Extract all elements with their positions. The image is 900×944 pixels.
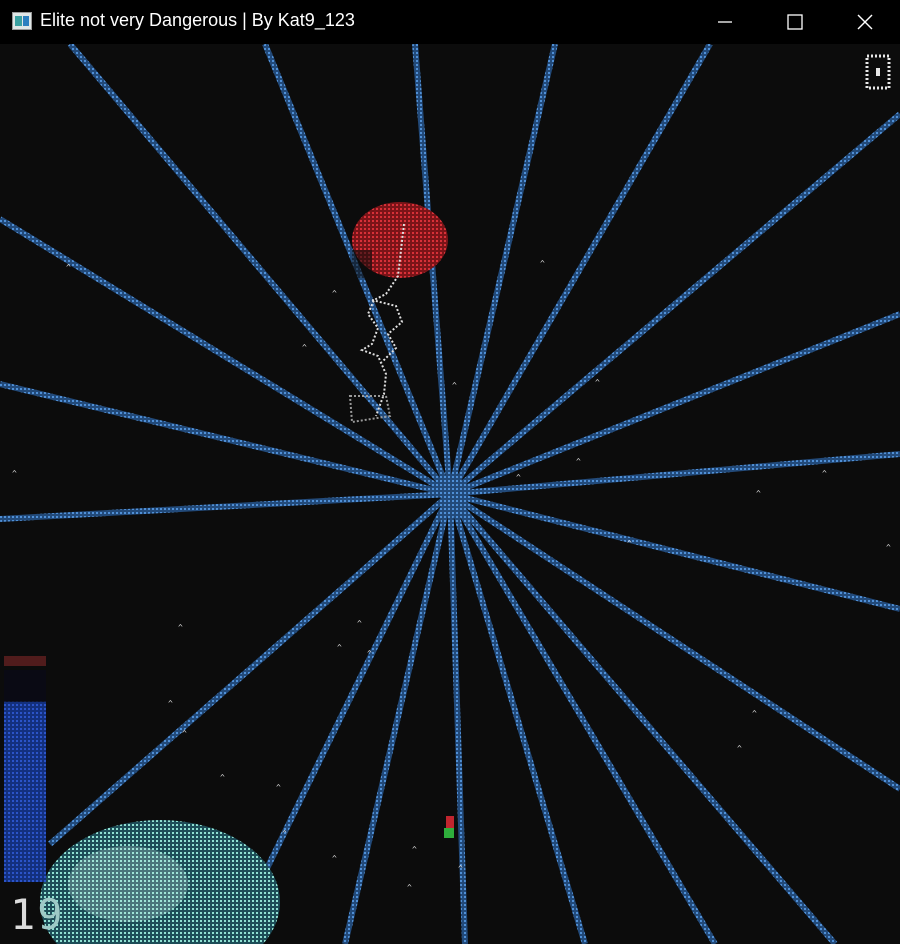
star: ^ [412, 845, 417, 854]
close-icon [857, 14, 873, 30]
star: ^ [220, 773, 225, 782]
star: ^ [540, 259, 545, 268]
star: ^ [12, 469, 17, 478]
star: ^ [276, 783, 281, 792]
close-button[interactable] [836, 0, 894, 44]
window-title: Elite not very Dangerous | By Kat9_123 [40, 10, 355, 30]
star: ^ [282, 829, 287, 838]
window-titlebar: Elite not very Dangerous | By Kat9_123 [0, 0, 900, 44]
game-viewport[interactable]: ^ ^ ^ ^ ^ ^ ^ ^ ^ ^ ^ ^ ^ ^ ^ ^ ^ ^ ^ ^ ^ ^ ^ ^ ^ ^ ^ ^ [0, 44, 900, 944]
star: ^ [66, 263, 71, 272]
star: ^ [458, 864, 463, 873]
star: ^ [452, 381, 457, 390]
star: ^ [627, 539, 632, 548]
maximize-button[interactable] [766, 0, 824, 44]
score-value-rest: 9 [37, 890, 65, 939]
star: ^ [576, 457, 581, 466]
star: ^ [756, 489, 761, 498]
star: ^ [367, 649, 372, 658]
star: ^ [886, 543, 891, 552]
app-icon [12, 12, 32, 30]
star: ^ [168, 699, 173, 708]
star: ^ [822, 469, 827, 478]
score-display: 19 [10, 890, 65, 939]
star: ^ [178, 623, 183, 632]
star: ^ [332, 289, 337, 298]
star: ^ [737, 744, 742, 753]
star: ^ [407, 883, 412, 892]
star: ^ [752, 709, 757, 718]
star: ^ [337, 643, 342, 652]
minimize-button[interactable] [696, 0, 754, 44]
star: ^ [182, 729, 187, 738]
star: ^ [332, 854, 337, 863]
star: ^ [357, 619, 362, 628]
red-planet [352, 202, 448, 278]
fuel-gauge [4, 656, 46, 882]
star: ^ [595, 378, 600, 387]
star: ^ [302, 343, 307, 352]
star: ^ [516, 473, 521, 482]
score-value: 1 [10, 890, 38, 939]
maximize-icon [787, 14, 803, 30]
